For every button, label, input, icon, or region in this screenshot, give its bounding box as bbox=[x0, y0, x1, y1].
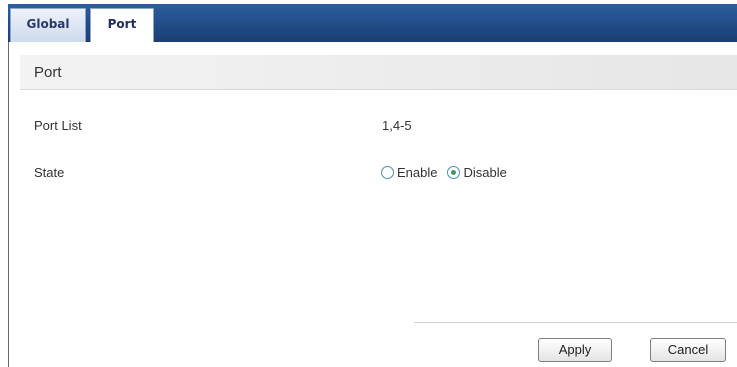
state-radio-group: Enable Disable bbox=[381, 163, 517, 181]
enable-radio[interactable] bbox=[381, 165, 394, 179]
port-list-label: Port List bbox=[34, 118, 82, 133]
disable-radio[interactable] bbox=[447, 165, 461, 179]
tab-port[interactable]: Port bbox=[90, 8, 154, 43]
section-header: Port bbox=[20, 55, 737, 90]
enable-radio-label[interactable]: Enable bbox=[397, 165, 437, 180]
cancel-button[interactable]: Cancel bbox=[650, 338, 726, 362]
port-list-value: 1,4-5 bbox=[382, 118, 412, 133]
content-panel bbox=[8, 42, 737, 367]
disable-radio-label[interactable]: Disable bbox=[463, 165, 506, 180]
button-divider bbox=[414, 322, 737, 323]
tab-global[interactable]: Global bbox=[10, 8, 86, 42]
apply-button[interactable]: Apply bbox=[538, 338, 612, 362]
state-label: State bbox=[34, 165, 65, 180]
section-title: Port bbox=[34, 64, 62, 81]
tab-bar: Global Port bbox=[8, 4, 737, 43]
